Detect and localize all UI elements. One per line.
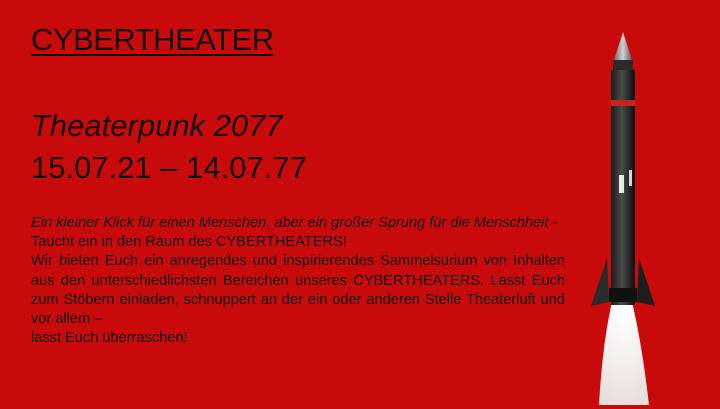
closing-line: lasst Euch überraschen! (31, 330, 188, 347)
slide-subtitle: Theaterpunk 2077 (31, 108, 283, 143)
slide: CYBERTHEATER Theaterpunk 2077 15.07.21 –… (0, 0, 720, 405)
rocket-illustration (583, 30, 663, 405)
intro-line: Taucht ein in den Raum des CYBERTHEATERS… (31, 234, 347, 251)
description-paragraph: Wir bieten Euch ein anregendes und inspi… (31, 253, 565, 328)
quote-text: Ein kleiner Klick für einen Menschen, ab… (31, 215, 558, 231)
slide-heading: CYBERTHEATER (31, 22, 274, 57)
body-text: Ein kleiner Klick für einen Menschen, ab… (31, 214, 565, 348)
rocket-icon (591, 32, 655, 405)
date-range: 15.07.21 – 14.07.77 (31, 150, 307, 185)
